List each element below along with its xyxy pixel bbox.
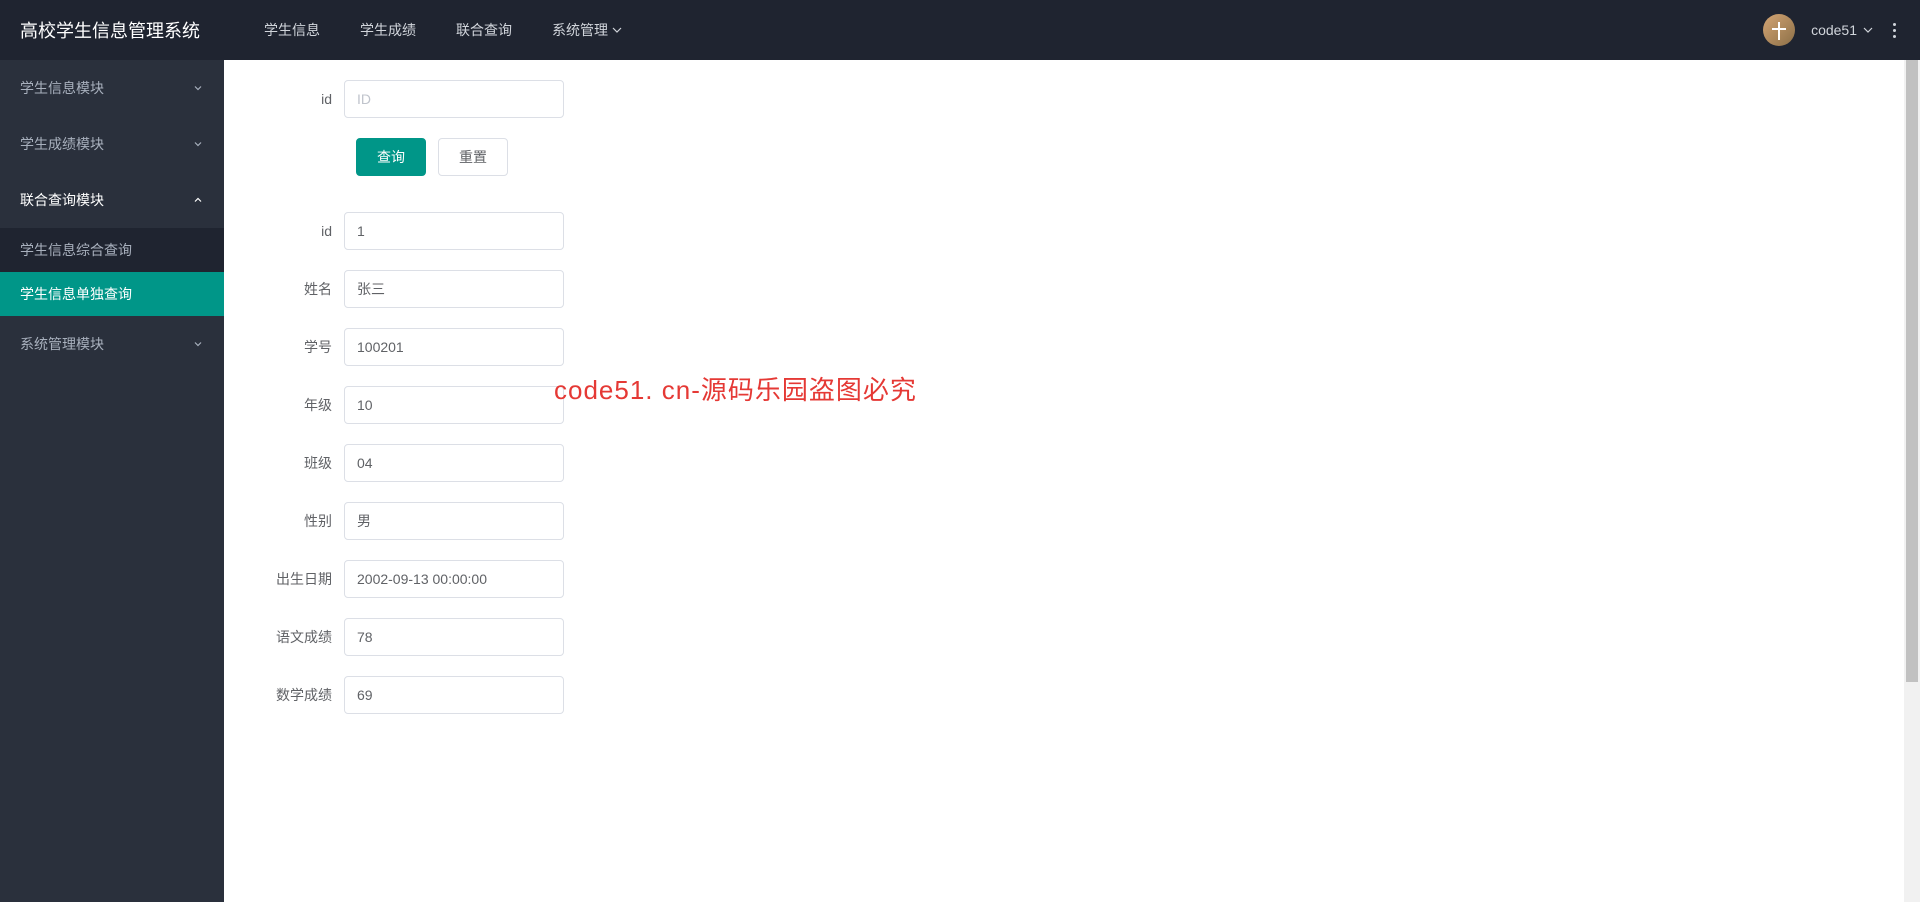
chevron-down-icon [192,138,204,150]
detail-row-class: 班级 [264,444,1900,482]
chinese-score-field[interactable] [344,618,564,656]
search-row: id [264,80,1900,118]
detail-row-math: 数学成绩 [264,676,1900,714]
nav-student-info[interactable]: 学生信息 [244,0,340,60]
more-icon[interactable] [1889,19,1900,42]
field-label: 数学成绩 [264,685,344,705]
field-label: 性别 [264,511,344,531]
chevron-down-icon [1863,25,1873,35]
scrollbar-thumb[interactable] [1906,2,1918,682]
field-label: 年级 [264,395,344,415]
field-label: 学号 [264,337,344,357]
header-nav: 学生信息 学生成绩 联合查询 系统管理 [224,0,1763,60]
chevron-down-icon [192,338,204,350]
detail-row-birthdate: 出生日期 [264,560,1900,598]
user-menu[interactable]: code51 [1811,22,1873,38]
reset-button[interactable]: 重置 [438,138,508,176]
nav-student-grade[interactable]: 学生成绩 [340,0,436,60]
field-label: 语文成绩 [264,627,344,647]
sidebar-subitem-label: 学生信息单独查询 [20,284,132,304]
sidebar-subitem-single-query[interactable]: 学生信息单独查询 [0,272,224,316]
field-label: 班级 [264,453,344,473]
sidebar-item-label: 学生信息模块 [20,78,104,98]
sidebar-subitem-comprehensive-query[interactable]: 学生信息综合查询 [0,228,224,272]
header-right: code51 [1763,14,1920,46]
avatar[interactable] [1763,14,1795,46]
nav-joint-query[interactable]: 联合查询 [436,0,532,60]
field-label: id [264,223,344,239]
detail-row-id: id [264,212,1900,250]
class-field[interactable] [344,444,564,482]
field-label: 姓名 [264,279,344,299]
id-field[interactable] [344,212,564,250]
sidebar-item-joint-query[interactable]: 联合查询模块 [0,172,224,228]
nav-label: 系统管理 [552,20,608,40]
sidebar-item-label: 学生成绩模块 [20,134,104,154]
main-content: id 查询 重置 id 姓名 学号 年级 班级 性别 出生日期 语文成绩 数学成… [224,60,1920,902]
sidebar: 学生信息模块 学生成绩模块 联合查询模块 学生信息综合查询 学生信息单独查询 系… [0,60,224,902]
sidebar-item-student-grade[interactable]: 学生成绩模块 [0,116,224,172]
search-id-input[interactable] [344,80,564,118]
student-no-field[interactable] [344,328,564,366]
chevron-down-icon [192,82,204,94]
detail-row-student-no: 学号 [264,328,1900,366]
gender-field[interactable] [344,502,564,540]
sidebar-item-student-info[interactable]: 学生信息模块 [0,60,224,116]
search-id-label: id [264,91,344,107]
scrollbar-track[interactable] [1904,0,1920,902]
math-score-field[interactable] [344,676,564,714]
header: 高校学生信息管理系统 学生信息 学生成绩 联合查询 系统管理 code51 [0,0,1920,60]
detail-row-chinese: 语文成绩 [264,618,1900,656]
sidebar-item-label: 联合查询模块 [20,190,104,210]
app-title: 高校学生信息管理系统 [0,0,224,60]
search-buttons: 查询 重置 [356,138,1900,176]
chevron-down-icon [612,25,622,35]
username-label: code51 [1811,22,1857,38]
detail-row-name: 姓名 [264,270,1900,308]
sidebar-item-system-manage[interactable]: 系统管理模块 [0,316,224,372]
sidebar-item-label: 系统管理模块 [20,334,104,354]
name-field[interactable] [344,270,564,308]
chevron-up-icon [192,194,204,206]
nav-system-manage[interactable]: 系统管理 [532,0,642,60]
sidebar-subitem-label: 学生信息综合查询 [20,240,132,260]
field-label: 出生日期 [264,569,344,589]
grade-field[interactable] [344,386,564,424]
detail-row-grade: 年级 [264,386,1900,424]
query-button[interactable]: 查询 [356,138,426,176]
detail-row-gender: 性别 [264,502,1900,540]
birthdate-field[interactable] [344,560,564,598]
